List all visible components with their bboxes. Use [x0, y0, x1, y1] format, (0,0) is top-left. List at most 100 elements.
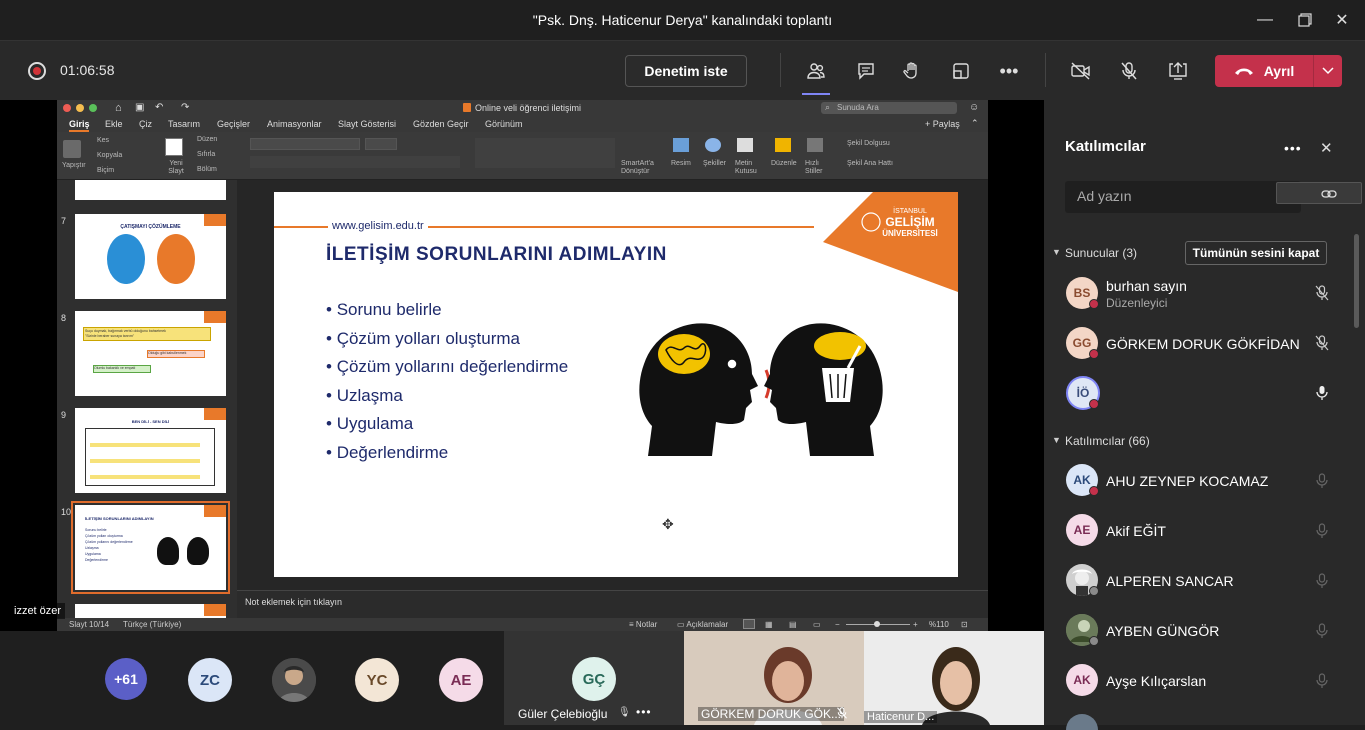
tab-view[interactable]: Görünüm [485, 119, 523, 129]
avatar[interactable]: AE [439, 658, 483, 702]
maximize-dot-icon[interactable] [89, 104, 97, 112]
comments-toggle[interactable]: ▭ Açıklamalar [677, 620, 728, 629]
chat-icon[interactable] [850, 55, 882, 87]
normal-view-icon[interactable] [743, 619, 755, 629]
participant-row[interactable]: BS burhan sayın Düzenleyici [1044, 270, 1365, 320]
picture-icon[interactable] [673, 138, 689, 152]
more-options-icon[interactable]: ••• [993, 55, 1025, 87]
video-tile[interactable]: GÖRKEM DORUK GÖK... [684, 631, 864, 725]
tab-insert[interactable]: Ekle [105, 119, 123, 129]
zoom-level[interactable]: %110 [929, 620, 949, 629]
tile-more-icon[interactable]: ••• [636, 705, 652, 719]
format-painter-button[interactable]: Biçim [97, 167, 114, 174]
zoom-slider[interactable] [846, 621, 910, 627]
leave-main[interactable]: Ayrıl [1215, 55, 1313, 87]
tab-review[interactable]: Gözden Geçir [413, 119, 469, 129]
raise-hand-icon[interactable] [896, 55, 928, 87]
participant-row[interactable]: ALPEREN SANCAR [1044, 556, 1365, 606]
minimize-dot-icon[interactable] [76, 104, 84, 112]
video-tile[interactable]: Haticenur D... [864, 631, 1044, 725]
reading-view-icon[interactable]: ▤ [789, 620, 797, 629]
presenters-section-header[interactable]: Sunucular (3) [1065, 246, 1137, 260]
tab-slideshow[interactable]: Slayt Gösterisi [338, 119, 396, 129]
zoom-out-icon[interactable]: − [835, 620, 840, 629]
collapse-ribbon-icon[interactable]: ⌃ [971, 118, 979, 129]
close-window-icon[interactable]: ✕ [1322, 0, 1362, 40]
account-icon[interactable]: ☺ [969, 102, 979, 113]
search-box[interactable]: ⌕ Sunuda Ara [821, 102, 957, 114]
smartart-label[interactable]: SmartArt'a Dönüştür [621, 160, 661, 176]
tab-draw[interactable]: Çiz [139, 119, 152, 129]
tab-animations[interactable]: Animasyonlar [267, 119, 322, 129]
participant-row[interactable]: AYBEN GÜNGÖR [1044, 606, 1365, 656]
close-dot-icon[interactable] [63, 104, 71, 112]
tab-home[interactable]: Giriş [69, 119, 90, 129]
shapes-icon[interactable] [705, 138, 721, 152]
zoom-slider-thumb[interactable] [874, 621, 880, 627]
font-family-select[interactable] [250, 138, 360, 150]
panel-scrollbar[interactable] [1354, 234, 1359, 328]
redo-icon[interactable]: ↷ [181, 102, 189, 113]
maximize-icon[interactable] [1285, 0, 1325, 40]
shape-outline-button[interactable]: Şekil Ana Hattı [847, 160, 893, 167]
avatar[interactable]: YC [355, 658, 399, 702]
camera-off-icon[interactable] [1065, 55, 1097, 87]
fit-slide-icon[interactable]: ⊡ [961, 620, 968, 629]
zoom-in-icon[interactable]: + [913, 620, 918, 629]
arrange-icon[interactable] [775, 138, 791, 152]
collapse-presenters-icon[interactable]: ▼ [1052, 247, 1061, 257]
paragraph-group[interactable] [475, 138, 615, 168]
rooms-icon[interactable] [945, 55, 977, 87]
panel-close-icon[interactable]: ✕ [1320, 139, 1333, 157]
slideshow-icon[interactable]: ▭ [813, 620, 821, 629]
slide-thumbnail[interactable]: BEN DİLİ - SEN DİLİ [75, 408, 226, 493]
avatar[interactable] [272, 658, 316, 702]
section-button[interactable]: Bölüm [197, 166, 217, 173]
chevron-down-icon[interactable] [1313, 55, 1342, 87]
slide-thumbnail-selected[interactable]: İLETİŞİM SORUNLARINI ADIMLAYIN Sorunu be… [71, 501, 230, 594]
mic-off-icon[interactable] [1113, 55, 1145, 87]
collapse-attendees-icon[interactable]: ▼ [1052, 435, 1061, 445]
participants-icon[interactable] [800, 55, 832, 95]
slide-sorter-icon[interactable]: ▦ [765, 620, 773, 629]
reset-button[interactable]: Sıfırla [197, 151, 215, 158]
textbox-icon[interactable] [737, 138, 753, 152]
notes-pane[interactable]: Not eklemek için tıklayın [237, 590, 988, 618]
leave-button[interactable]: Ayrıl [1215, 55, 1342, 87]
quick-styles-icon[interactable] [807, 138, 823, 152]
video-tile[interactable]: GÇ Güler Çelebioğlu 🎙 ••• [504, 631, 684, 725]
tab-transitions[interactable]: Geçişler [217, 119, 250, 129]
paste-icon[interactable] [63, 140, 81, 158]
cut-button[interactable]: Kes [97, 137, 109, 144]
layout-button[interactable]: Düzen [197, 136, 217, 143]
participant-row[interactable]: AK Ayşe Kılıçarslan [1044, 656, 1365, 706]
avatar[interactable]: ZC [188, 658, 232, 702]
tab-design[interactable]: Tasarım [168, 119, 200, 129]
new-slide-icon[interactable] [165, 138, 183, 156]
shape-fill-button[interactable]: Şekil Dolgusu [847, 140, 890, 147]
font-format-group[interactable] [250, 156, 460, 168]
home-icon[interactable]: ⌂ [115, 102, 122, 114]
slide-thumbnail-partial[interactable] [75, 604, 226, 618]
share-screen-icon[interactable] [1162, 55, 1194, 87]
undo-icon[interactable]: ↶ [155, 102, 163, 113]
share-button[interactable]: + Paylaş [925, 119, 960, 129]
more-participants-button[interactable]: +61 [105, 658, 147, 700]
slide-thumbnail-partial[interactable] [75, 180, 226, 200]
participant-row[interactable]: AK AHU ZEYNEP KOCAMAZ [1044, 456, 1365, 506]
participant-row[interactable]: İÖ [1044, 370, 1365, 420]
copy-invite-button[interactable] [1276, 182, 1362, 204]
mute-all-button[interactable]: Tümünün sesini kapat [1185, 241, 1327, 265]
participant-row[interactable]: GG GÖRKEM DORUK GÖKFİDAN [1044, 320, 1365, 370]
panel-more-icon[interactable]: ••• [1284, 140, 1302, 156]
slide-thumbnail[interactable]: ÇATIŞMAYI ÇÖZÜMLEME [75, 214, 226, 299]
copy-button[interactable]: Kopyala [97, 152, 122, 159]
slide-thumbnail[interactable]: Suçu duymak, bağırmak verbü olduğunu bah… [75, 311, 226, 396]
attendees-section-header[interactable]: Katılımcılar (66) [1065, 434, 1150, 448]
font-size-select[interactable] [365, 138, 397, 150]
minimize-icon[interactable]: — [1245, 0, 1285, 40]
save-icon[interactable]: ▣ [135, 102, 144, 113]
notes-toggle[interactable]: ≡ Notlar [629, 620, 657, 629]
participant-row[interactable]: AE Akif EĞİT [1044, 506, 1365, 556]
language-indicator[interactable]: Türkçe (Türkiye) [123, 620, 181, 629]
